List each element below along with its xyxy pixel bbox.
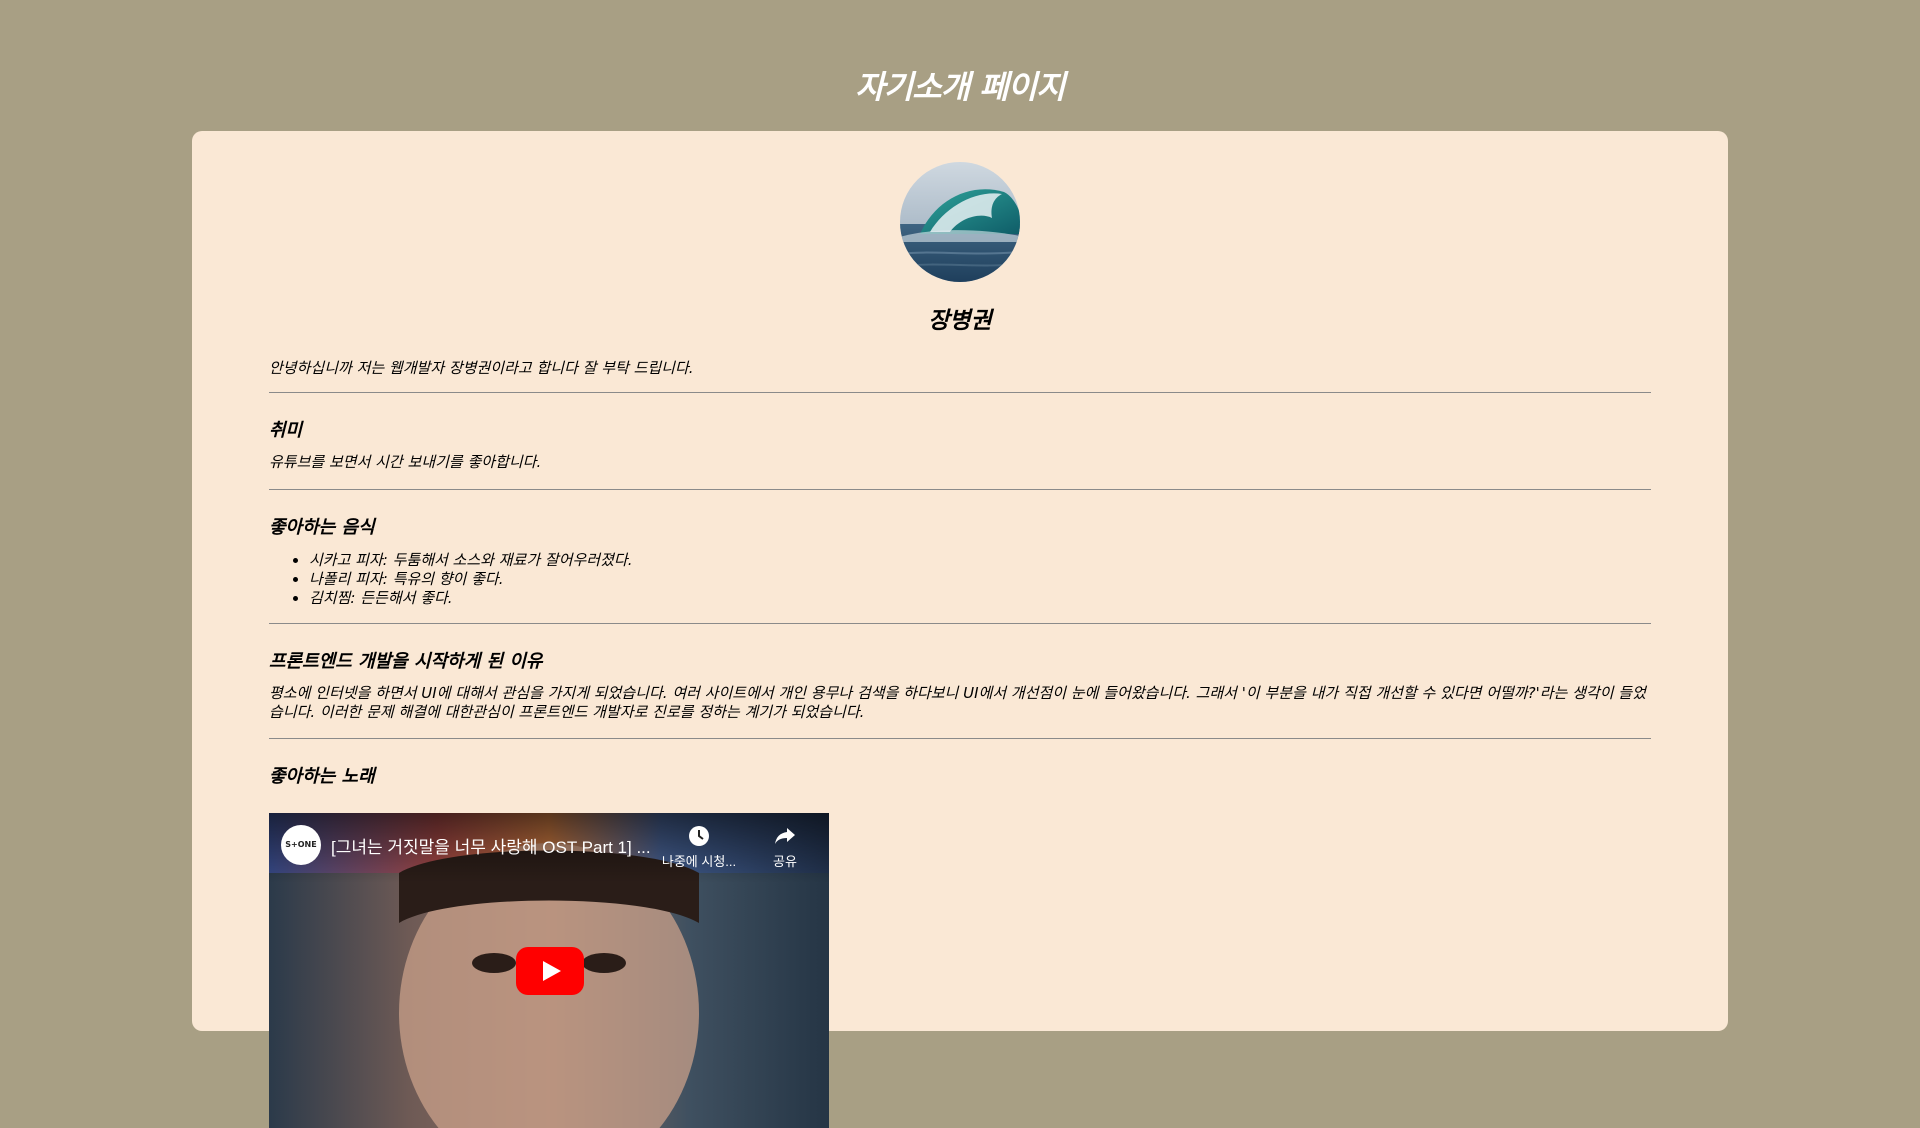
intro-text: 안녕하십니까 저는 웹개발자 장병권이라고 합니다 잘 부탁 드립니다.: [269, 359, 694, 377]
hobby-text: 유튜브를 보면서 시간 보내기를 좋아합니다.: [269, 453, 542, 471]
reason-text: 평소에 인터넷을 하면서 UI에 대해서 관심을 가지게 되었습니다. 여러 사…: [269, 684, 1646, 721]
song-title: 좋아하는 노래: [269, 766, 375, 787]
song-section: 좋아하는 노래 S+ONE [그녀는 거짓말을 너무 사랑해 OST Part …: [269, 739, 1651, 1128]
play-button[interactable]: [516, 947, 584, 995]
profile-content: 안녕하십니까 저는 웹개발자 장병권이라고 합니다 잘 부탁 드립니다. 취미 …: [269, 350, 1651, 1128]
avatar: [900, 162, 1020, 282]
reason-section: 프론트엔드 개발을 시작하게 된 이유 평소에 인터넷을 하면서 UI에 대해서…: [269, 624, 1651, 738]
watch-later-button[interactable]: 나중에 시청...: [659, 825, 739, 870]
food-section: 좋아하는 음식 시카고 피자: 두툼해서 소스와 재료가 잘어우러졌다. 나폴리…: [269, 490, 1651, 623]
channel-logo[interactable]: S+ONE: [281, 825, 321, 865]
hobby-section: 취미 유튜브를 보면서 시간 보내기를 좋아합니다.: [269, 393, 1651, 489]
youtube-video-embed[interactable]: S+ONE [그녀는 거짓말을 너무 사랑해 OST Part 1] ... 나…: [269, 813, 829, 1128]
share-icon: [775, 828, 795, 844]
food-item: 나폴리 피자: 특유의 향이 좋다.: [309, 570, 1651, 589]
reason-title: 프론트엔드 개발을 시작하게 된 이유: [269, 651, 543, 672]
clock-icon: [689, 826, 709, 846]
food-title: 좋아하는 음식: [269, 517, 375, 538]
share-button[interactable]: 공유: [755, 825, 815, 870]
food-item: 김치찜: 든든해서 좋다.: [309, 589, 1651, 608]
wave-image: [900, 162, 1020, 282]
food-item: 시카고 피자: 두툼해서 소스와 재료가 잘어우러졌다.: [309, 551, 1651, 570]
hobby-title: 취미: [269, 420, 303, 441]
page-title: 자기소개 페이지: [855, 68, 1065, 106]
share-label: 공유: [773, 854, 797, 869]
video-title[interactable]: [그녀는 거짓말을 너무 사랑해 OST Part 1] ...: [331, 833, 651, 858]
watch-later-label: 나중에 시청...: [661, 854, 737, 869]
profile-card: 장병권 안녕하십니까 저는 웹개발자 장병권이라고 합니다 잘 부탁 드립니다.…: [192, 131, 1728, 1128]
food-list: 시카고 피자: 두툼해서 소스와 재료가 잘어우러졌다. 나폴리 피자: 특유의…: [269, 548, 1651, 623]
profile-name: 장병권: [928, 308, 992, 334]
